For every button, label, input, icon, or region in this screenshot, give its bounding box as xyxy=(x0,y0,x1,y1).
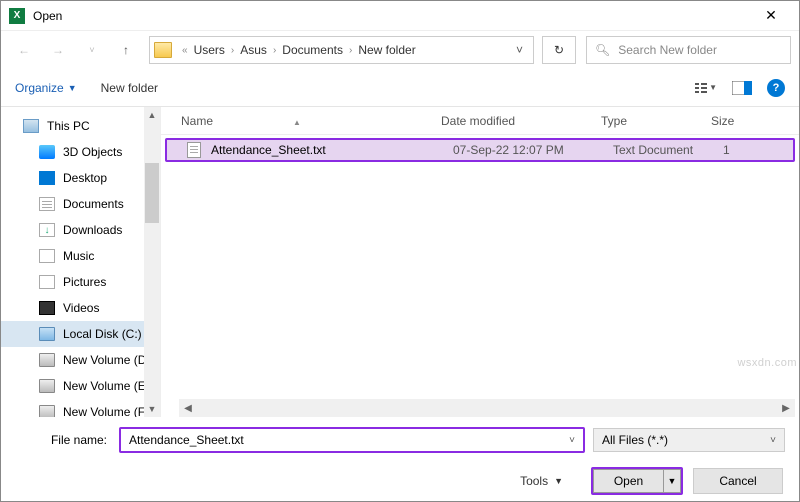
sidebar: This PC 3D Objects Desktop Documents Dow… xyxy=(1,107,161,417)
main-area: This PC 3D Objects Desktop Documents Dow… xyxy=(1,107,799,417)
videos-icon xyxy=(39,301,55,315)
back-button[interactable]: ← xyxy=(9,36,39,64)
disk-d-icon xyxy=(39,353,55,367)
sidebar-item-videos[interactable]: Videos xyxy=(1,295,160,321)
sidebar-item-volume-f[interactable]: New Volume (F:) xyxy=(1,399,160,417)
organize-button[interactable]: Organize ▼ xyxy=(15,81,77,95)
sidebar-item-localdisk-c[interactable]: Local Disk (C:) xyxy=(1,321,160,347)
new-folder-button[interactable]: New folder xyxy=(101,81,158,95)
scroll-thumb[interactable] xyxy=(145,163,159,223)
header-name[interactable]: Name▲ xyxy=(181,114,441,128)
breadcrumb-users[interactable]: Users xyxy=(192,43,227,57)
sidebar-item-desktop[interactable]: Desktop xyxy=(1,165,160,191)
music-icon xyxy=(39,249,55,263)
disk-f-icon xyxy=(39,405,55,417)
sidebar-item-3dobjects[interactable]: 3D Objects xyxy=(1,139,160,165)
address-dropdown[interactable]: ˅ xyxy=(510,43,529,57)
scroll-down-icon[interactable]: ▼ xyxy=(148,401,157,417)
help-button[interactable]: ? xyxy=(767,79,785,97)
breadcrumb-documents[interactable]: Documents xyxy=(280,43,345,57)
header-date[interactable]: Date modified xyxy=(441,114,601,128)
header-size[interactable]: Size xyxy=(711,114,799,128)
folder-icon xyxy=(154,42,172,58)
open-dropdown-button[interactable]: ▼ xyxy=(663,469,681,493)
filename-row: File name: Attendance_Sheet.txt ˅ All Fi… xyxy=(15,427,785,453)
sidebar-item-pictures[interactable]: Pictures xyxy=(1,269,160,295)
refresh-button[interactable]: ↻ xyxy=(542,36,576,64)
filename-input[interactable]: Attendance_Sheet.txt ˅ xyxy=(119,427,585,453)
search-icon: 🔍︎ xyxy=(595,43,610,57)
open-button[interactable]: Open xyxy=(593,469,663,493)
cancel-button[interactable]: Cancel xyxy=(693,468,783,494)
header-type[interactable]: Type xyxy=(601,114,711,128)
preview-pane-button[interactable] xyxy=(731,79,753,97)
up-button[interactable]: ↑ xyxy=(111,36,141,64)
scroll-right-icon[interactable]: ▶ xyxy=(777,403,795,414)
file-name: Attendance_Sheet.txt xyxy=(211,143,453,157)
search-placeholder: Search New folder xyxy=(618,43,717,57)
file-date: 07-Sep-22 12:07 PM xyxy=(453,143,613,157)
3d-icon xyxy=(39,145,55,159)
desktop-icon xyxy=(39,171,55,185)
toolbar: Organize ▼ New folder ▼ ? xyxy=(1,69,799,107)
close-button[interactable]: ✕ xyxy=(751,1,791,31)
file-row[interactable]: Attendance_Sheet.txt 07-Sep-22 12:07 PM … xyxy=(165,138,795,162)
recent-dropdown[interactable]: ˅ xyxy=(77,36,107,64)
sidebar-item-music[interactable]: Music xyxy=(1,243,160,269)
scroll-up-icon[interactable]: ▲ xyxy=(148,107,157,123)
sidebar-item-volume-e[interactable]: New Volume (E:) xyxy=(1,373,160,399)
chevron-down-icon: ▼ xyxy=(68,83,77,93)
filter-dropdown-icon[interactable]: ˅ xyxy=(770,435,776,446)
breadcrumb-newfolder[interactable]: New folder xyxy=(356,43,417,57)
downloads-icon xyxy=(39,223,55,237)
disk-c-icon xyxy=(39,327,55,341)
titlebar: X Open ✕ xyxy=(1,1,799,31)
text-file-icon xyxy=(187,142,201,158)
sort-indicator-icon: ▲ xyxy=(293,118,301,127)
filename-dropdown-icon[interactable]: ˅ xyxy=(569,435,575,446)
disk-e-icon xyxy=(39,379,55,393)
file-size: 1 xyxy=(723,143,730,157)
bottom-panel: File name: Attendance_Sheet.txt ˅ All Fi… xyxy=(1,417,799,495)
excel-icon: X xyxy=(9,8,25,24)
documents-icon xyxy=(39,197,55,211)
search-box[interactable]: 🔍︎ Search New folder xyxy=(586,36,791,64)
navbar: ← → ˅ ↑ « Users › Asus › Documents › New… xyxy=(1,31,799,69)
open-button-wrap: Open ▼ xyxy=(591,467,683,495)
column-headers: Name▲ Date modified Type Size xyxy=(161,107,799,135)
horizontal-scrollbar[interactable]: ◀ ▶ xyxy=(179,399,795,417)
sidebar-item-documents[interactable]: Documents xyxy=(1,191,160,217)
buttons-row: Tools ▼ Open ▼ Cancel xyxy=(15,467,785,495)
watermark: wsxdn.com xyxy=(737,357,797,369)
view-options-button[interactable]: ▼ xyxy=(695,79,717,97)
address-bar[interactable]: « Users › Asus › Documents › New folder … xyxy=(149,36,534,64)
scroll-left-icon[interactable]: ◀ xyxy=(179,403,197,414)
breadcrumb-first-sep: « xyxy=(178,45,192,56)
chevron-down-icon: ▼ xyxy=(554,476,563,486)
sidebar-item-downloads[interactable]: Downloads xyxy=(1,217,160,243)
file-pane: Name▲ Date modified Type Size Attendance… xyxy=(161,107,799,417)
sidebar-item-volume-d[interactable]: New Volume (D:) xyxy=(1,347,160,373)
forward-button[interactable]: → xyxy=(43,36,73,64)
pc-icon xyxy=(23,119,39,133)
filetype-filter[interactable]: All Files (*.*) ˅ xyxy=(593,428,785,452)
pictures-icon xyxy=(39,275,55,289)
window-title: Open xyxy=(33,9,62,23)
sidebar-scrollbar[interactable]: ▲ ▼ xyxy=(144,107,160,417)
filename-label: File name: xyxy=(15,433,111,447)
file-type: Text Document xyxy=(613,143,723,157)
tools-button[interactable]: Tools ▼ xyxy=(520,474,563,488)
breadcrumb-asus[interactable]: Asus xyxy=(238,43,269,57)
sidebar-item-thispc[interactable]: This PC xyxy=(1,113,160,139)
